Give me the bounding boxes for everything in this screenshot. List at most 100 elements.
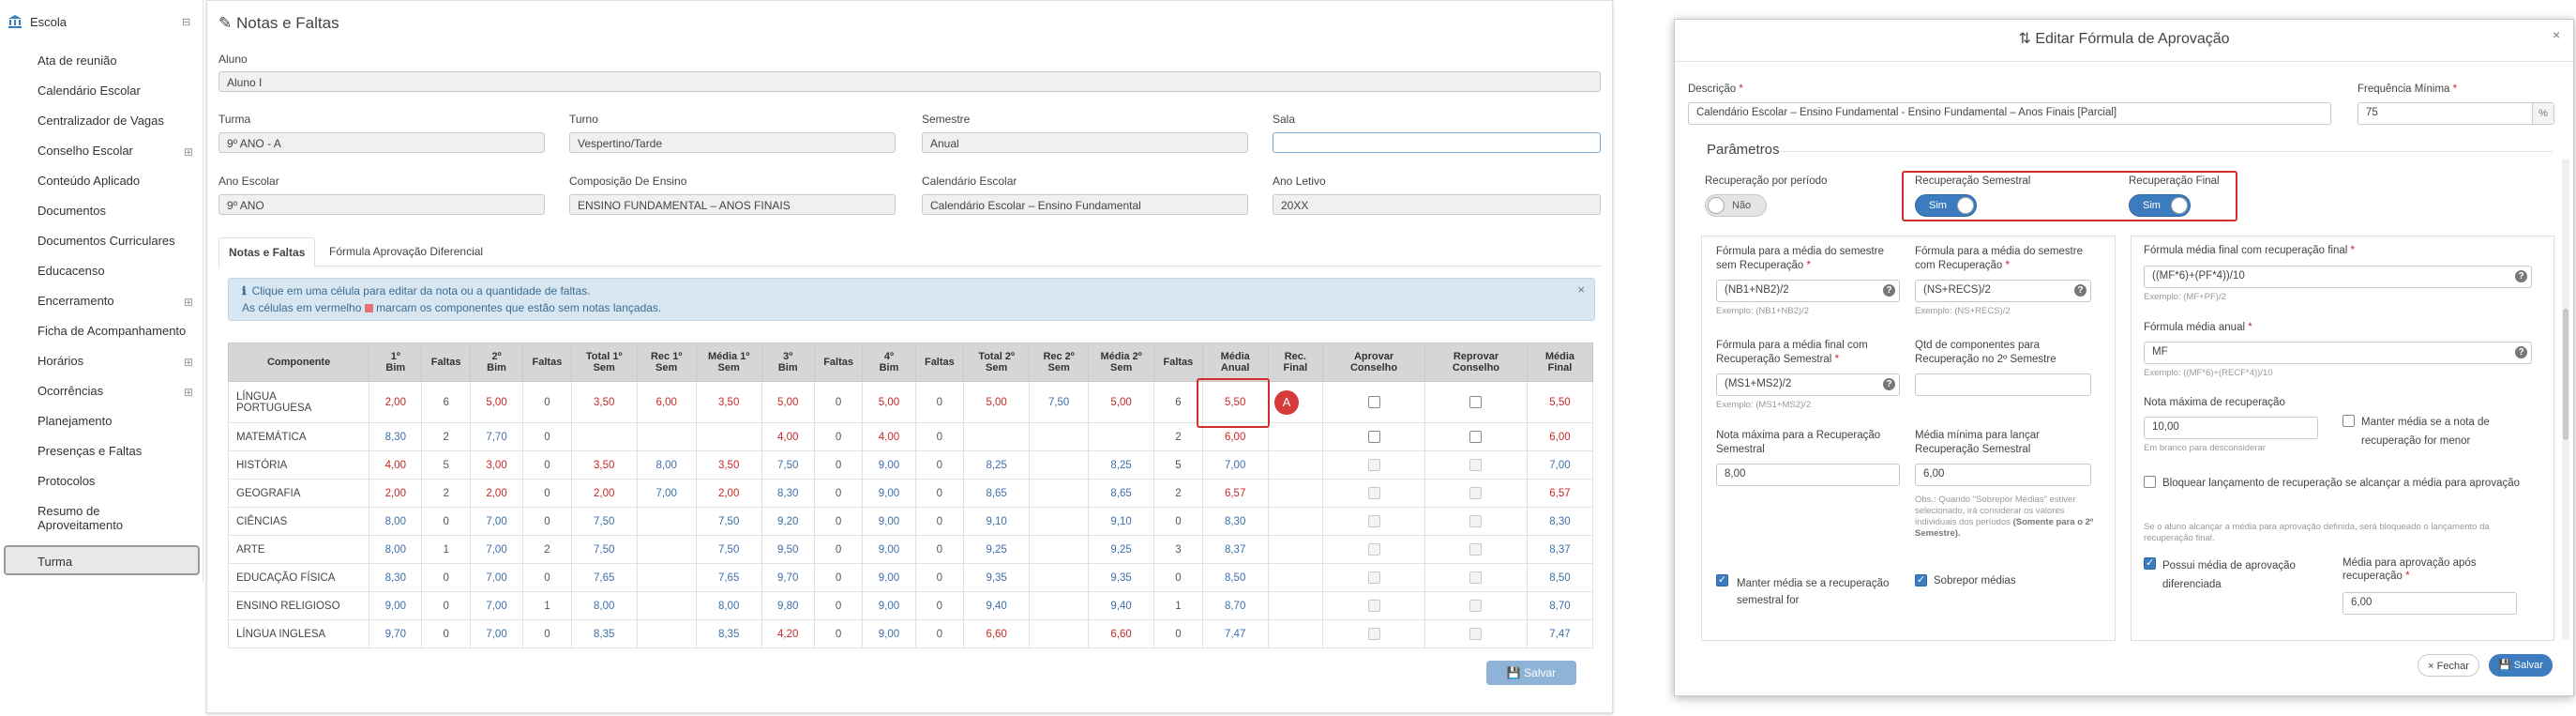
grade-cell[interactable] [636,619,697,648]
grade-cell[interactable]: 0 [421,591,471,620]
grade-cell[interactable] [636,591,697,620]
grade-cell[interactable]: 0 [914,507,965,536]
grade-cell[interactable]: 9,10 [963,507,1031,536]
grade-cell[interactable]: 2 [1153,422,1203,451]
calendario-field[interactable]: Calendário Escolar – Ensino Fundamental [922,194,1248,215]
grade-cell[interactable]: 1 [522,591,572,620]
grade-cell[interactable]: 6,60 [963,619,1031,648]
expand-icon[interactable]: ⊞ [184,356,193,369]
grade-cell[interactable] [1029,563,1090,592]
grade-cell[interactable]: 9,25 [963,535,1031,564]
grade-cell[interactable]: 8,00 [369,535,423,564]
grade-cell[interactable]: 9,20 [761,507,815,536]
grade-cell[interactable]: 6,00 [636,381,697,423]
grade-cell[interactable]: 0 [1153,563,1203,592]
c3-f2-input[interactable]: MF? [2144,342,2532,364]
help-icon[interactable]: ? [2074,284,2086,297]
media-diferenciada-checkbox[interactable] [2144,556,2156,570]
aprovar-conselho-checkbox[interactable] [1322,619,1426,648]
grade-cell[interactable]: 9,50 [761,535,815,564]
reprovar-conselho-checkbox[interactable] [1424,479,1528,508]
grade-cell[interactable]: 7,00 [469,507,524,536]
grade-cell[interactable]: 7,70 [469,422,524,451]
grade-cell[interactable]: 5,00 [761,381,815,423]
aprovar-conselho-checkbox[interactable] [1322,591,1426,620]
c1-f2-input[interactable]: (MS1+MS2)/2? [1716,373,1900,396]
manter-media-semestral-checkbox[interactable] [1716,573,1728,587]
grade-cell[interactable]: 8,30 [369,563,423,592]
grade-cell[interactable]: 0 [914,591,965,620]
grade-cell[interactable]: 0 [522,563,572,592]
grade-cell[interactable] [695,422,762,451]
grade-cell[interactable]: 8,35 [695,619,762,648]
frequencia-input[interactable]: 75% [2358,102,2554,125]
grade-cell[interactable]: 8,35 [570,619,638,648]
grade-cell[interactable]: 9,70 [761,563,815,592]
aprovar-conselho-checkbox[interactable] [1322,563,1426,592]
grade-cell[interactable]: 5,00 [469,381,524,423]
sidebar-item[interactable]: Resumo de Aproveitamento [38,504,123,532]
c2-f3-input[interactable]: 6,00 [1915,464,2091,486]
sidebar-item[interactable]: Turma [38,555,72,569]
grade-cell[interactable] [636,535,697,564]
aprovar-conselho-checkbox[interactable] [1322,507,1426,536]
checkbox[interactable] [1469,628,1483,640]
grade-cell[interactable]: 9,00 [862,619,916,648]
sidebar-item[interactable]: Documentos Curriculares [38,234,175,248]
checkbox[interactable] [1367,431,1380,443]
grade-cell[interactable]: 7,00 [469,535,524,564]
checkbox[interactable] [1469,600,1483,612]
checkbox[interactable] [1469,459,1483,471]
modal-scrollbar[interactable] [2562,159,2569,639]
grade-cell[interactable]: 7,00 [1201,450,1269,480]
c3-f4-input[interactable]: 6,00 [2343,592,2517,615]
grade-cell[interactable]: 7,50 [761,450,815,480]
grade-cell[interactable]: 0 [813,381,864,423]
grade-cell[interactable] [636,422,697,451]
grade-cell[interactable]: 6 [1153,381,1203,423]
sala-field[interactable] [1273,132,1601,153]
grade-cell[interactable]: 2,00 [369,479,423,508]
grade-cell[interactable]: 5 [1153,450,1203,480]
grade-cell[interactable]: 0 [421,563,471,592]
grade-cell[interactable]: 9,25 [1088,535,1155,564]
grade-cell[interactable]: 0 [813,479,864,508]
grade-cell[interactable]: 2,00 [469,479,524,508]
reprovar-conselho-checkbox[interactable] [1424,535,1528,564]
grade-cell[interactable]: 0 [813,591,864,620]
sidebar-item[interactable]: Ocorrências [38,384,103,398]
checkbox[interactable] [1469,487,1483,499]
grade-cell[interactable]: 8,25 [963,450,1031,480]
grade-cell[interactable]: 0 [914,563,965,592]
save-button[interactable]: 💾 Salvar [1486,661,1576,685]
grade-cell[interactable]: 0 [914,535,965,564]
grade-cell[interactable]: 0 [914,422,965,451]
ano-letivo-field[interactable]: 20XX [1273,194,1601,215]
expand-icon[interactable]: ⊞ [184,145,193,159]
grade-cell[interactable]: 2,00 [695,479,762,508]
grade-cell[interactable]: 7,00 [469,591,524,620]
checkbox[interactable] [1367,543,1380,556]
grade-cell[interactable]: 7,00 [636,479,697,508]
grade-cell[interactable]: 7,50 [695,507,762,536]
checkbox[interactable] [1469,571,1483,584]
sidebar-item[interactable]: Conselho Escolar [38,144,133,158]
grade-cell[interactable]: 0 [813,450,864,480]
grade-cell[interactable]: 9,00 [369,591,423,620]
grade-cell[interactable]: 8,25 [1088,450,1155,480]
checkbox[interactable] [1367,571,1380,584]
grade-cell[interactable]: 5,00 [862,381,916,423]
composicao-field[interactable]: ENSINO FUNDAMENTAL – ANOS FINAIS [569,194,896,215]
sidebar-item[interactable]: Presenças e Faltas [38,444,142,458]
grade-cell[interactable]: 0 [914,381,965,423]
sidebar-item[interactable]: Planejamento [38,414,113,428]
grade-cell[interactable]: 3 [1153,535,1203,564]
help-icon[interactable]: ? [1883,378,1895,390]
reprovar-conselho-checkbox[interactable] [1424,563,1528,592]
grade-cell[interactable] [1029,591,1090,620]
grade-cell[interactable]: 0 [522,381,572,423]
grade-cell[interactable]: 7,47 [1201,619,1269,648]
sidebar-item[interactable]: Ata de reunião [38,53,117,68]
sidebar-item[interactable]: Centralizador de Vagas [38,114,164,128]
aprovar-conselho-checkbox[interactable] [1322,381,1426,423]
